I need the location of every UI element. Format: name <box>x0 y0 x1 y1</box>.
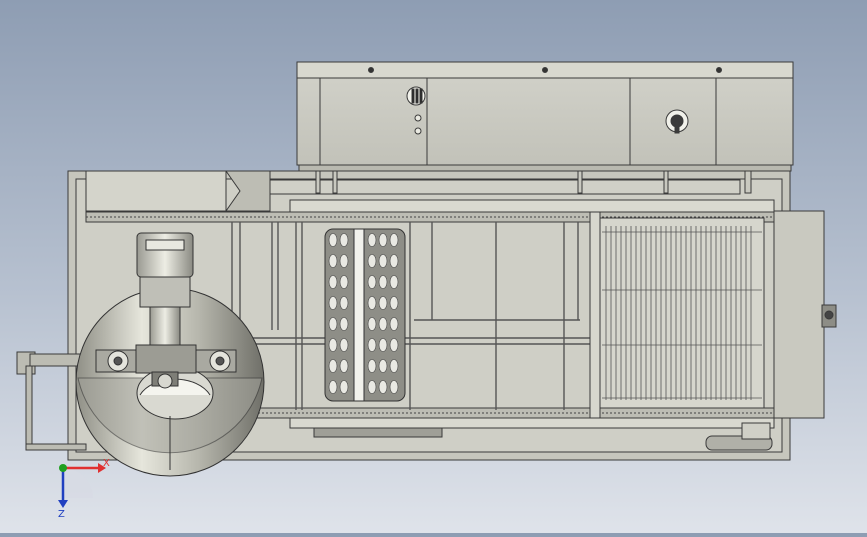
grill-screen <box>599 217 765 409</box>
coordinate-triad: X Z <box>58 458 110 520</box>
indicator-light-icon <box>414 114 422 122</box>
main-switch-icon[interactable] <box>406 86 426 106</box>
z-axis-label: Z <box>58 509 65 520</box>
cad-viewport[interactable]: X Z <box>0 0 867 533</box>
perforated-plate <box>324 228 406 402</box>
indicator-light-icon <box>414 127 422 135</box>
cad-drawing: X Z <box>16 61 837 520</box>
x-axis-label: X <box>103 458 110 469</box>
